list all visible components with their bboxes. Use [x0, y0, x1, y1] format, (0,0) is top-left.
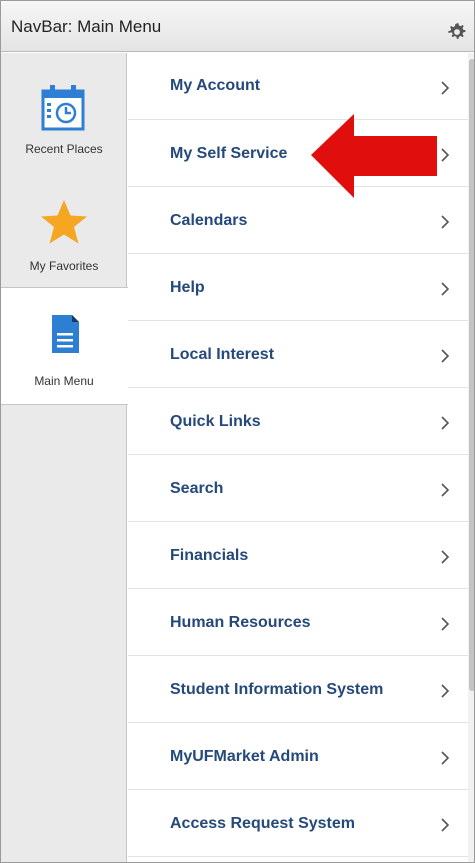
menu-item-financials[interactable]: Financials	[128, 522, 468, 589]
menu-item-search[interactable]: Search	[128, 455, 468, 522]
tab-label: Recent Places	[25, 142, 103, 156]
menu-item-label: MyUFMarket Admin	[170, 748, 319, 765]
chevron-right-icon	[441, 483, 450, 497]
chevron-right-icon	[441, 550, 450, 564]
chevron-right-icon	[441, 81, 450, 95]
tab-label: My Favorites	[29, 259, 99, 273]
chevron-right-icon	[441, 751, 450, 765]
scrollbar-thumb[interactable]	[469, 59, 474, 691]
menu-item-label: Quick Links	[170, 413, 261, 430]
menu-item-student-information-system[interactable]: Student Information System	[128, 656, 468, 723]
tab-label: Main Menu	[34, 374, 94, 388]
document-icon	[52, 315, 79, 353]
chevron-right-icon	[441, 148, 450, 162]
tab-recent-places[interactable]: Recent Places	[1, 53, 127, 170]
menu-item-help[interactable]: Help	[128, 254, 468, 321]
star-icon	[41, 200, 87, 244]
menu-item-label: Calendars	[170, 212, 248, 229]
menu-item-quick-links[interactable]: Quick Links	[128, 388, 468, 455]
chevron-right-icon	[441, 617, 450, 631]
menu-item-label: Access Request System	[170, 815, 355, 832]
menu-item-label: Human Resources	[170, 614, 311, 631]
chevron-right-icon	[441, 818, 450, 832]
menu-item-label: Search	[170, 480, 224, 497]
navbar-side-tabs: Recent Places My Favorites Main Menu	[1, 53, 128, 862]
menu-item-label: Student Information System	[170, 681, 384, 698]
tab-my-favorites[interactable]: My Favorites	[1, 170, 127, 287]
menu-scrollbar[interactable]	[468, 53, 474, 862]
menu-item-label: Help	[170, 279, 205, 296]
menu-item-label: Local Interest	[170, 346, 275, 363]
menu-item-human-resources[interactable]: Human Resources	[128, 589, 468, 656]
menu-item-label: My Self Service	[170, 145, 288, 162]
chevron-right-icon	[441, 282, 450, 296]
menu-item-myufmarket-admin[interactable]: MyUFMarket Admin	[128, 723, 468, 790]
menu-item-label: Financials	[170, 547, 249, 564]
menu-item-local-interest[interactable]: Local Interest	[128, 321, 468, 388]
chevron-right-icon	[441, 215, 450, 229]
menu-item-label: My Account	[170, 77, 261, 94]
navbar-title: NavBar: Main Menu	[11, 17, 162, 36]
chevron-right-icon	[441, 684, 450, 698]
calendar-clock-icon	[41, 85, 85, 131]
gear-icon[interactable]	[446, 21, 468, 43]
chevron-right-icon	[441, 416, 450, 430]
menu-item-access-request-system[interactable]: Access Request System	[128, 790, 468, 857]
menu-item-my-account[interactable]: My Account	[128, 53, 468, 120]
red-arrow-annotation	[311, 114, 437, 198]
chevron-right-icon	[441, 349, 450, 363]
tab-main-menu[interactable]: Main Menu	[1, 287, 128, 405]
navbar-header: NavBar: Main Menu	[1, 1, 474, 52]
